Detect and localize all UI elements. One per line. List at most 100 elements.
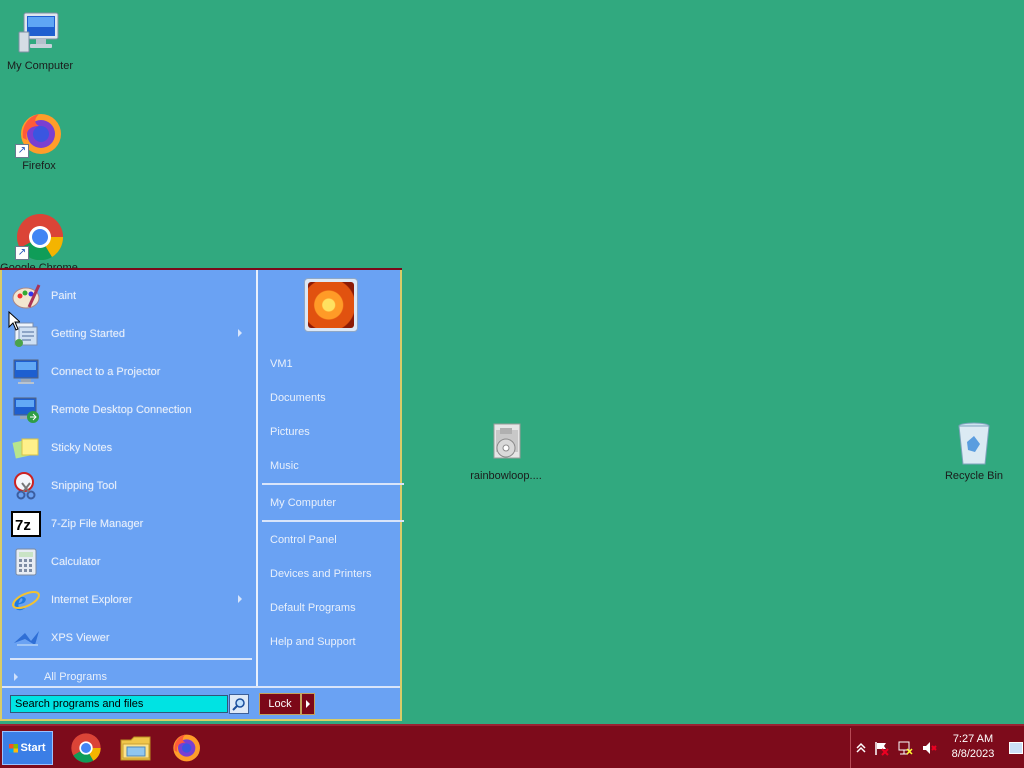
- shortcut-arrow-icon: ↗: [15, 246, 29, 260]
- volume-button[interactable]: [921, 740, 937, 756]
- program-internet-explorer[interactable]: e Internet Explorer: [10, 582, 250, 618]
- all-programs-button[interactable]: All Programs: [14, 668, 250, 686]
- all-programs-label: All Programs: [44, 671, 107, 683]
- link-user-folder[interactable]: VM1: [270, 358, 293, 370]
- projector-icon: [10, 356, 42, 388]
- firefox-icon: ↗: [15, 110, 63, 158]
- submenu-arrow-icon: [238, 595, 242, 603]
- installer-file-icon: [482, 420, 530, 468]
- program-getting-started[interactable]: Getting Started: [10, 316, 250, 352]
- link-help-support[interactable]: Help and Support: [270, 636, 356, 648]
- flag-icon: [875, 742, 889, 756]
- power-options-arrow-button[interactable]: [301, 693, 315, 715]
- program-remote-desktop[interactable]: Remote Desktop Connection: [10, 392, 250, 428]
- search-input[interactable]: [11, 696, 227, 712]
- clock[interactable]: 7:27 AM 8/8/2023: [943, 732, 1003, 762]
- program-label: Connect to a Projector: [51, 366, 161, 378]
- program-calculator[interactable]: Calculator: [10, 544, 250, 580]
- speaker-muted-icon: [923, 742, 937, 754]
- program-label: Paint: [51, 290, 77, 302]
- start-button[interactable]: Start: [2, 731, 53, 765]
- link-devices-printers[interactable]: Devices and Printers: [270, 568, 372, 580]
- file-explorer-icon: [120, 736, 151, 761]
- submenu-arrow-icon: [238, 329, 242, 337]
- chrome-icon: [71, 733, 101, 763]
- program-sticky-notes[interactable]: Sticky Notes: [10, 430, 250, 466]
- link-control-panel[interactable]: Control Panel: [270, 534, 337, 546]
- paint-icon: [10, 280, 42, 312]
- program-label: Getting Started: [51, 328, 125, 340]
- user-avatar[interactable]: [304, 278, 358, 332]
- program-7zip[interactable]: 7z 7-Zip File Manager: [10, 506, 250, 542]
- program-label: Sticky Notes: [51, 442, 113, 454]
- firefox-icon: [173, 734, 200, 762]
- internet-explorer-icon: e: [10, 584, 42, 616]
- link-default-programs[interactable]: Default Programs: [270, 602, 356, 614]
- program-label: Internet Explorer: [51, 594, 133, 606]
- taskbar-firefox-button[interactable]: [168, 730, 204, 766]
- start-menu-bottom-bar: Lock: [2, 686, 400, 721]
- svg-text:7z: 7z: [15, 517, 31, 534]
- link-pictures[interactable]: Pictures: [270, 426, 310, 438]
- link-documents[interactable]: Documents: [270, 392, 326, 404]
- flower-picture-icon: [308, 282, 354, 328]
- snipping-tool-icon: [10, 470, 42, 502]
- recycle-bin-icon: [950, 420, 998, 468]
- remote-desktop-icon: [10, 394, 42, 426]
- network-status-button[interactable]: [897, 740, 913, 756]
- start-menu-programs-pane: Paint Getting Started Connect to a Proje…: [4, 272, 254, 686]
- taskbar-file-explorer-button[interactable]: [118, 730, 154, 766]
- sticky-notes-icon: [10, 432, 42, 464]
- divider: [10, 658, 252, 660]
- show-hidden-icons-button[interactable]: [853, 740, 869, 756]
- chevron-right-icon: [14, 673, 18, 681]
- xps-viewer-icon: [10, 622, 42, 654]
- taskbar: Start 7:27 AM 8/8/2023: [0, 724, 1024, 768]
- program-connect-projector[interactable]: Connect to a Projector: [10, 354, 250, 390]
- taskbar-chrome-button[interactable]: [68, 730, 104, 766]
- desktop-icon-my-computer[interactable]: My Computer: [0, 10, 80, 72]
- desktop-icon-chrome[interactable]: ↗ Google Chrome: [0, 212, 79, 274]
- chevron-up-icon: [856, 742, 866, 753]
- divider: [262, 483, 404, 485]
- action-center-flag-button[interactable]: [873, 740, 889, 756]
- computer-icon: [16, 10, 64, 58]
- search-button[interactable]: [229, 694, 249, 714]
- divider: [262, 520, 404, 522]
- program-label: 7-Zip File Manager: [51, 518, 144, 530]
- calculator-icon: [10, 546, 42, 578]
- desktop-icon-label: rainbowloop....: [470, 470, 542, 482]
- chrome-icon: ↗: [15, 212, 64, 261]
- program-paint[interactable]: Paint: [10, 278, 250, 314]
- program-snipping-tool[interactable]: Snipping Tool: [10, 468, 250, 504]
- program-label: Remote Desktop Connection: [51, 404, 192, 416]
- clock-time: 7:27 AM: [952, 733, 994, 745]
- shortcut-arrow-icon: ↗: [15, 144, 29, 158]
- start-menu-places-pane: VM1 Documents Pictures Music My Computer…: [256, 270, 404, 686]
- 7zip-icon: 7z: [10, 508, 42, 540]
- link-music[interactable]: Music: [270, 460, 299, 472]
- show-desktop-button[interactable]: [1009, 742, 1023, 754]
- desktop-icon-rainbowloop[interactable]: rainbowloop....: [466, 420, 546, 482]
- desktop-icon-label: Recycle Bin: [944, 470, 1004, 482]
- program-label: XPS Viewer: [51, 632, 110, 644]
- program-label: Snipping Tool: [51, 480, 117, 492]
- program-xps-viewer[interactable]: XPS Viewer: [10, 620, 250, 656]
- chevron-right-icon: [306, 700, 310, 708]
- search-field[interactable]: [10, 695, 228, 713]
- desktop-icon-firefox[interactable]: ↗ Firefox: [0, 110, 79, 172]
- start-label: Start: [20, 742, 46, 754]
- search-icon: [232, 698, 245, 711]
- desktop-icon-label: Firefox: [22, 160, 56, 172]
- program-label: Calculator: [51, 556, 101, 568]
- lock-button[interactable]: Lock: [259, 693, 301, 715]
- desktop-icon-recycle-bin[interactable]: Recycle Bin: [934, 420, 1014, 482]
- desktop-icon-label: My Computer: [6, 60, 74, 72]
- clock-date: 8/8/2023: [951, 748, 995, 760]
- windows-logo-icon: [9, 743, 19, 753]
- start-menu: Paint Getting Started Connect to a Proje…: [0, 268, 404, 721]
- mouse-cursor-icon: [8, 311, 20, 331]
- system-tray: 7:27 AM 8/8/2023: [850, 728, 1024, 768]
- network-icon: [898, 741, 913, 755]
- link-my-computer[interactable]: My Computer: [270, 497, 336, 509]
